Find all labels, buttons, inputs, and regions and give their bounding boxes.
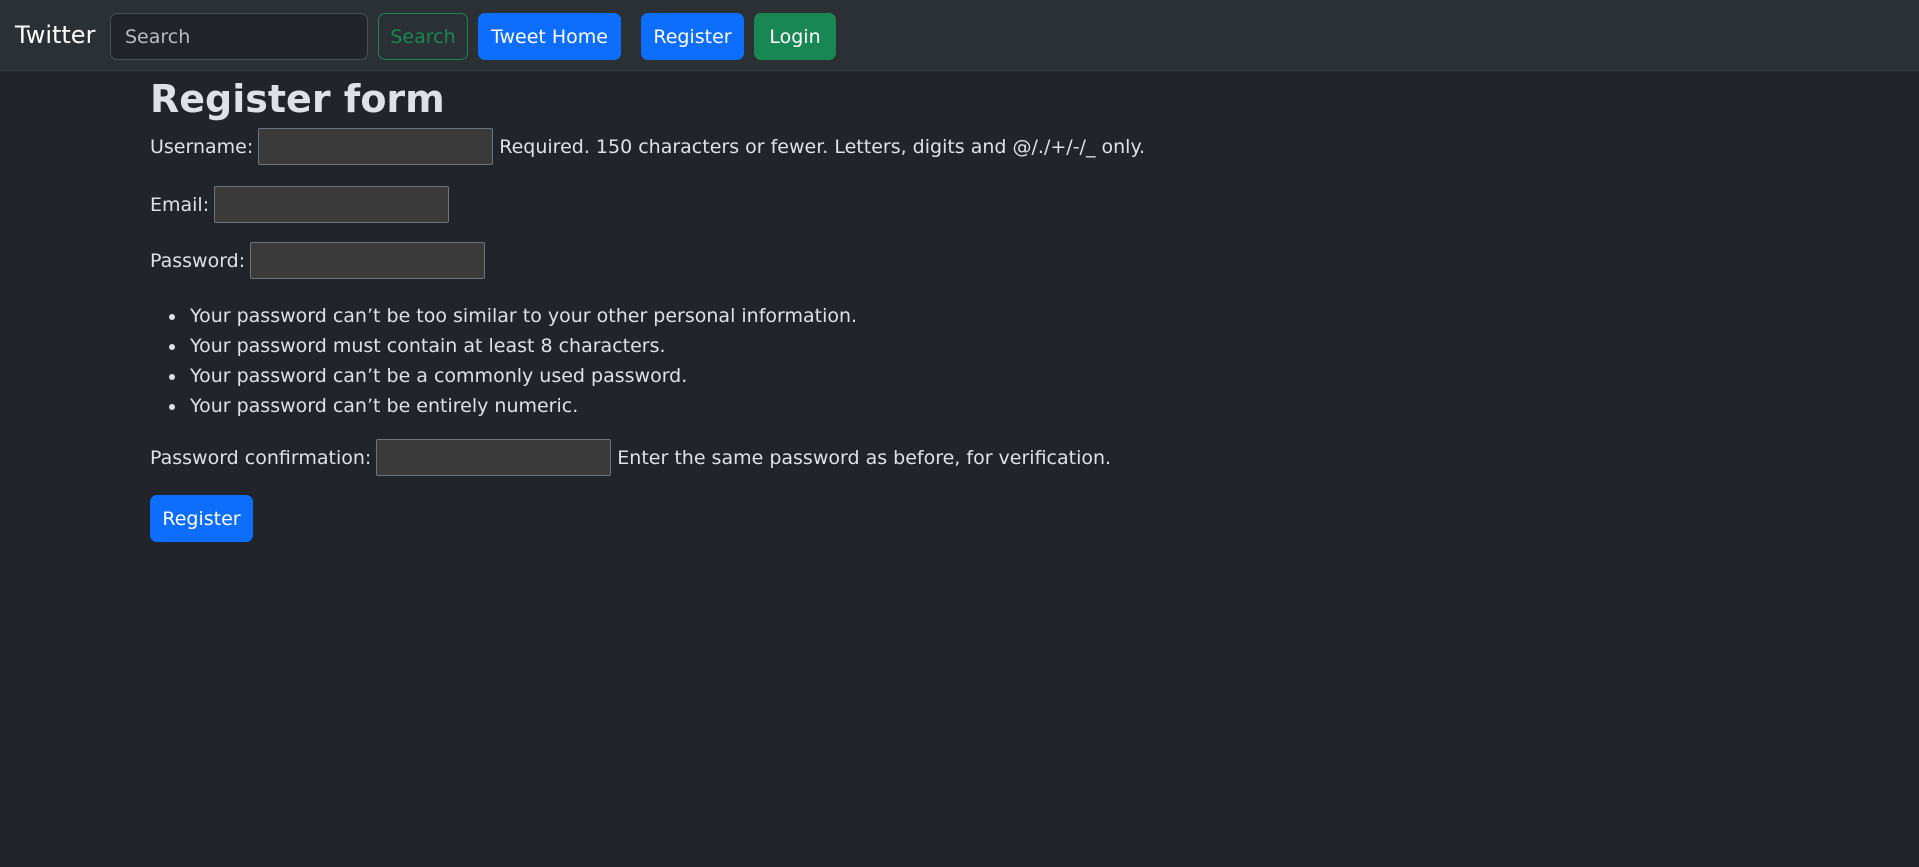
password-hint: Your password can’t be too similar to yo… (168, 301, 857, 331)
search-button[interactable]: Search (378, 13, 468, 60)
password-confirmation-row: Password confirmation: Enter the same pa… (150, 439, 1111, 476)
password-confirmation-label: Password confirmation: (150, 446, 372, 469)
username-label: Username: (150, 135, 254, 158)
email-input[interactable] (214, 186, 450, 223)
password-hints-list: Your password can’t be too similar to yo… (168, 301, 857, 421)
nav-register-button[interactable]: Register (641, 13, 744, 60)
email-row: Email: (150, 186, 450, 223)
password-hint: Your password can’t be entirely numeric. (168, 391, 857, 421)
password-hint: Your password can’t be a commonly used p… (168, 361, 857, 391)
username-input[interactable] (258, 128, 494, 165)
email-label: Email: (150, 193, 210, 216)
password-confirmation-help: Enter the same password as before, for v… (617, 446, 1112, 469)
navbar: Twitter Search Tweet Home Register Login (0, 0, 1919, 71)
password-input[interactable] (250, 242, 486, 279)
search-input[interactable] (110, 13, 368, 60)
password-confirmation-input[interactable] (376, 439, 612, 476)
password-label: Password: (150, 249, 246, 272)
login-button[interactable]: Login (754, 13, 836, 60)
username-row: Username: Required. 150 characters or fe… (150, 128, 1145, 165)
password-hint: Your password must contain at least 8 ch… (168, 331, 857, 361)
tweet-home-button[interactable]: Tweet Home (478, 13, 621, 60)
brand-link[interactable]: Twitter (15, 19, 95, 52)
register-submit-button[interactable]: Register (150, 495, 253, 542)
username-help: Required. 150 characters or fewer. Lette… (499, 135, 1146, 158)
page-title: Register form (150, 77, 445, 121)
password-row: Password: (150, 242, 486, 279)
